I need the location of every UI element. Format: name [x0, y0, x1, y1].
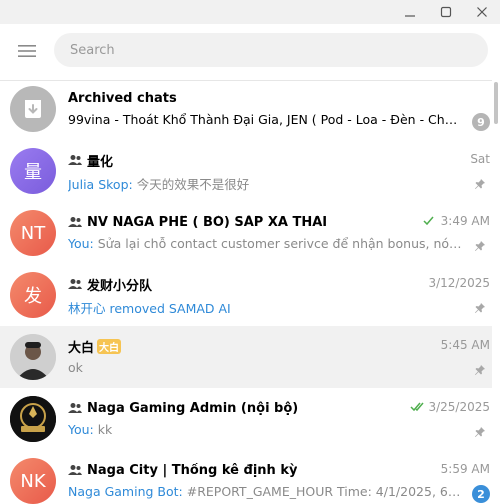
time-label: Sat — [470, 152, 490, 166]
name-emoji-badge: 大白 — [97, 338, 122, 354]
chat-preview: 99vina - Thoát Khổ Thành Đại Gia, JEN ( … — [68, 112, 462, 127]
chat-preview: You: kk — [68, 422, 462, 440]
pin-icon — [475, 179, 485, 189]
double-check-icon — [410, 402, 425, 412]
avatar-initials: 量 — [24, 162, 42, 183]
chat-name: 大白 — [68, 340, 95, 356]
unread-badge: 2 — [472, 485, 490, 503]
avatar-initials: 发 — [24, 286, 42, 307]
preview-text: #REPORT_GAME_HOUR Time: 4/1/2025, 6:00:0… — [186, 484, 462, 499]
chat-time: 3:49 AM — [423, 214, 490, 228]
minimize-icon — [405, 15, 415, 17]
time-label: 5:59 AM — [440, 462, 490, 476]
chat-name: Naga Gaming Admin (nội bộ) — [87, 400, 299, 416]
chat-preview: Naga Gaming Bot: #REPORT_GAME_HOUR Time:… — [68, 484, 462, 502]
chat-name: 量化 — [87, 154, 114, 170]
chat-row[interactable]: 量 量化 Sat Julia Skop: 今天的效果不是很好 — [0, 140, 492, 202]
chat-row-selected[interactable]: 大白 大白 5:45 AM ok — [0, 326, 492, 388]
chat-name: NV NAGA PHẾ ( BỎ) SẮP XA THẢI — [87, 214, 328, 230]
chat-name-line: 发财小分队 — [68, 274, 388, 294]
chat-time: 5:45 AM — [441, 338, 490, 352]
chat-row-archived[interactable]: Archived chats 99vina - Thoát Khổ Thành … — [0, 78, 492, 140]
avatar: 发 — [10, 272, 56, 318]
pin-icon — [475, 365, 485, 375]
preview-text: 今天的效果不是很好 — [132, 177, 250, 192]
group-icon — [68, 217, 82, 227]
chat-name: Archived chats — [68, 90, 177, 106]
time-label: 3:49 AM — [440, 214, 490, 228]
chat-preview: Julia Skop: 今天的效果不是很好 — [68, 174, 462, 192]
chat-time: 3/25/2025 — [410, 400, 490, 414]
chat-name-line: Naga Gaming Admin (nội bộ) — [68, 398, 388, 418]
time-label: 5:45 AM — [440, 338, 490, 352]
chat-name-line: NV NAGA PHẾ ( BỎ) SẮP XA THẢI — [68, 212, 388, 232]
pin-icon — [475, 427, 485, 437]
group-icon — [68, 279, 82, 289]
title-bar — [0, 0, 500, 24]
pin-icon — [475, 241, 485, 251]
sender-name: Julia Skop: — [68, 177, 133, 192]
sender-name: You: — [68, 236, 94, 251]
chat-name-line: Archived chats — [68, 88, 462, 108]
avatar: NT — [10, 210, 56, 256]
group-icon — [68, 403, 82, 413]
chat-name: Naga City | Thống kê định kỳ — [87, 462, 298, 478]
chat-name-line: 大白 大白 — [68, 336, 388, 356]
chat-list: Archived chats 99vina - Thoát Khổ Thành … — [0, 78, 492, 504]
avatar-initials: NK — [20, 470, 46, 492]
chat-row[interactable]: NK Naga City | Thống kê định kỳ 5:59 AM … — [0, 450, 492, 504]
time-label: 3/12/2025 — [428, 276, 490, 290]
avatar: NK — [10, 458, 56, 504]
chat-row[interactable]: NT NV NAGA PHẾ ( BỎ) SẮP XA THẢI 3:49 AM… — [0, 202, 492, 264]
sender-name: You: — [68, 422, 94, 437]
maximize-button[interactable] — [428, 0, 464, 24]
archive-icon — [25, 100, 41, 118]
close-icon — [477, 7, 487, 17]
hamburger-icon — [18, 45, 36, 57]
unread-badge: 9 — [472, 113, 490, 131]
avatar — [10, 86, 56, 132]
chat-row[interactable]: Naga Gaming Admin (nội bộ) 3/25/2025 You… — [0, 388, 492, 450]
chat-name-line: 量化 — [68, 150, 388, 170]
scrollbar-thumb[interactable] — [494, 82, 498, 124]
chat-time: Sat — [470, 152, 490, 166]
pin-icon — [475, 303, 485, 313]
double-check-icon — [423, 216, 434, 226]
avatar — [10, 334, 56, 380]
sender-name: Naga Gaming Bot: — [68, 484, 183, 499]
chat-preview: 林开心 removed SAMAD AI — [68, 301, 231, 316]
preview-text: kk — [93, 422, 113, 437]
avatar — [10, 396, 56, 442]
minimize-button[interactable] — [392, 0, 428, 24]
maximize-icon — [440, 6, 452, 18]
close-button[interactable] — [464, 0, 500, 24]
chat-row[interactable]: 发 发财小分队 3/12/2025 林开心 removed SAMAD AI — [0, 264, 492, 326]
avatar-initials: NT — [20, 222, 46, 244]
time-label: 3/25/2025 — [428, 400, 490, 414]
chat-preview: You: Sửa lại chỗ contact customer serivc… — [68, 236, 462, 254]
chat-preview: ok — [68, 360, 83, 375]
chat-time: 3/12/2025 — [428, 276, 490, 290]
chat-name-line: Naga City | Thống kê định kỳ — [68, 460, 388, 480]
search-input[interactable] — [54, 33, 488, 67]
chat-time: 5:59 AM — [441, 462, 490, 476]
group-icon — [68, 155, 82, 165]
chat-name: 发财小分队 — [87, 278, 153, 294]
avatar: 量 — [10, 148, 56, 194]
naga-logo-icon — [10, 396, 56, 442]
menu-button[interactable] — [14, 40, 40, 62]
person-photo-icon — [10, 334, 56, 380]
preview-text: Sửa lại chỗ contact customer serivce để … — [93, 236, 462, 251]
chat-list-header — [0, 24, 500, 80]
scrollbar-track[interactable] — [492, 80, 500, 504]
group-icon — [68, 465, 82, 475]
search-box[interactable] — [54, 33, 488, 67]
